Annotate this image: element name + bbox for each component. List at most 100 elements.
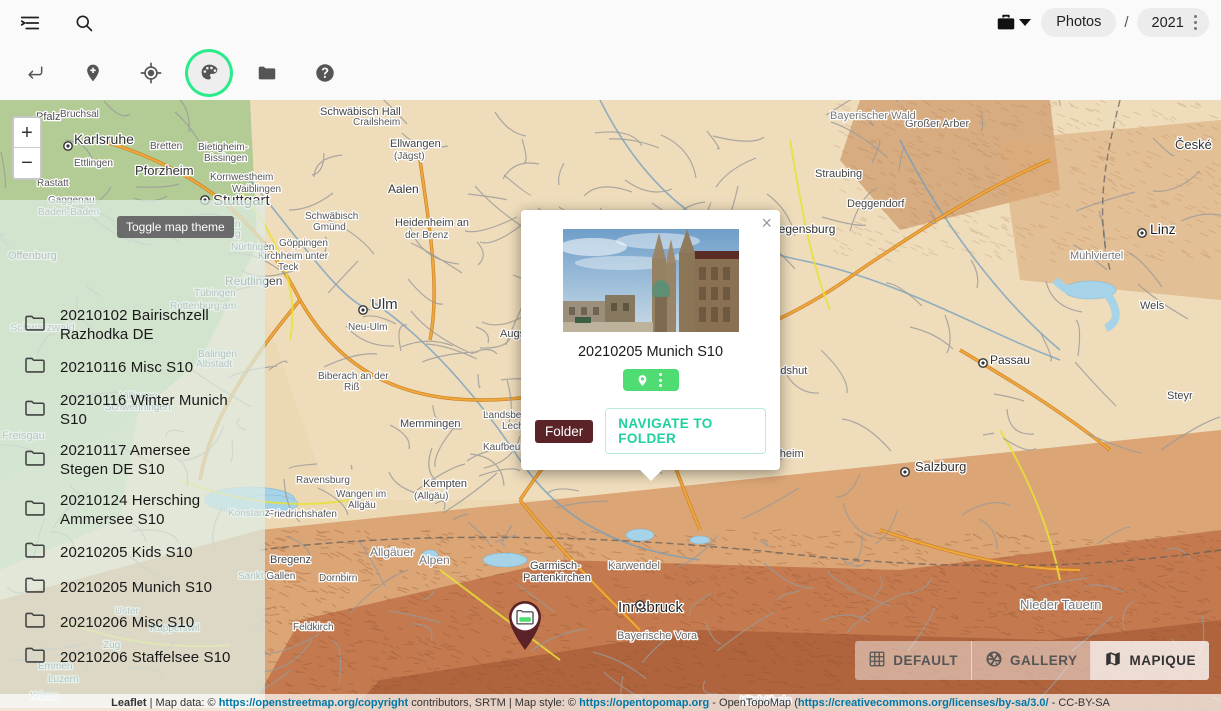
palette-icon[interactable] — [188, 51, 230, 94]
folder-list-item-label: 20210205 Munich S10 — [60, 579, 213, 596]
svg-text:Bretten: Bretten — [150, 141, 182, 152]
breadcrumb-year[interactable]: 2021 — [1136, 8, 1209, 37]
folder-icon[interactable] — [246, 52, 288, 94]
svg-text:Wels: Wels — [1140, 300, 1165, 312]
folder-list-item[interactable]: 20210117 Amersee Stegen DE S10 — [0, 435, 265, 485]
svg-text:Göppingen: Göppingen — [279, 238, 328, 249]
folder-list-item[interactable]: 20210124 Hersching Ammersee S10 — [0, 485, 265, 535]
attrib-sep1: | Map data: © — [146, 696, 219, 709]
folder-list-item[interactable]: 20210205 Kids S10 — [0, 535, 265, 570]
chevron-down-icon[interactable] — [1019, 19, 1032, 26]
popup-actions: Folder NAVIGATE TO FOLDER — [535, 408, 766, 454]
folder-list-item[interactable]: 20210206 Misc S10 — [0, 605, 265, 640]
svg-text:Bruchsal: Bruchsal — [60, 109, 99, 120]
map-pin-icon — [638, 374, 646, 386]
top-bar: Photos / 2021 — [0, 0, 1221, 45]
map-attribution: Leaflet | Map data: © https://openstreet… — [0, 694, 1221, 711]
svg-text:Innsbruck: Innsbruck — [618, 599, 684, 616]
svg-text:Karlsruhe: Karlsruhe — [74, 131, 134, 147]
menu-icon[interactable] — [14, 7, 46, 39]
breadcrumb-photos[interactable]: Photos — [1041, 8, 1117, 37]
svg-text:Steyr: Steyr — [1167, 390, 1193, 402]
svg-text:Wangen im: Wangen im — [336, 489, 386, 500]
folder-list-item-label: 20210116 Winter Munich S10 — [60, 392, 228, 428]
badge-kebab-icon[interactable] — [655, 371, 666, 389]
folder-icon — [24, 576, 46, 599]
svg-text:Feldkirch: Feldkirch — [293, 622, 334, 633]
return-arrow-icon[interactable] — [14, 52, 56, 94]
svg-text:Memmingen: Memmingen — [400, 418, 461, 430]
folder-list-item-label: 20210205 Kids S10 — [60, 544, 193, 561]
kebab-menu-icon[interactable] — [1190, 13, 1201, 32]
svg-text:Garmisch-: Garmisch- — [530, 560, 581, 572]
folder-icon — [24, 356, 46, 379]
folder-list-item[interactable]: 20210116 Misc S10 — [0, 350, 265, 385]
attrib-leaflet[interactable]: Leaflet — [111, 697, 146, 709]
search-icon[interactable] — [68, 7, 100, 39]
folder-list-item[interactable]: 20210116 Winter Munich S10 — [0, 385, 265, 435]
zoom-out-button[interactable]: − — [14, 148, 40, 178]
svg-text:Kempten: Kempten — [423, 478, 467, 490]
folder-icon — [24, 541, 46, 564]
svg-text:Bayerische Vora: Bayerische Vora — [617, 630, 698, 642]
svg-text:der Brenz: der Brenz — [405, 230, 448, 241]
svg-text:Gmünd: Gmünd — [313, 222, 346, 233]
svg-text:České: České — [1175, 137, 1212, 152]
svg-text:Ettlingen: Ettlingen — [74, 158, 113, 169]
map-pin-plus-icon[interactable] — [72, 52, 114, 94]
folder-list-item-label: 20210102 Bairischzell Razhodka DE — [60, 307, 209, 343]
svg-text:Pforzheim: Pforzheim — [135, 163, 194, 178]
layer-button-mapique[interactable]: MAPIQUE — [1091, 641, 1209, 680]
map-container[interactable]: Pfalz Bruchsal Karlsruhe Bretten Ettlingen Bi… — [0, 100, 1221, 711]
folder-list-panel[interactable]: 20210102 Bairischzell Razhodka DE 2021011… — [0, 200, 265, 708]
svg-text:Heidenheim an: Heidenheim an — [395, 217, 469, 229]
briefcase-icon[interactable] — [995, 12, 1032, 34]
svg-text:(Jägst): (Jägst) — [394, 151, 425, 162]
layer-button-label: MAPIQUE — [1129, 653, 1196, 668]
attrib-cc-tail: - CC-BY-SA — [1048, 696, 1110, 709]
svg-text:Dornbirn: Dornbirn — [319, 573, 357, 584]
folder-icon — [24, 499, 46, 522]
layer-button-gallery[interactable]: GALLERY — [971, 641, 1092, 680]
svg-text:Salzburg: Salzburg — [915, 459, 966, 474]
attrib-otm-name: - OpenTopoMap ( — [709, 696, 798, 709]
breadcrumb-year-label: 2021 — [1151, 14, 1184, 31]
folder-list-item-label: 20210116 Misc S10 — [60, 359, 194, 376]
popup-thumbnail[interactable] — [562, 229, 739, 332]
marker-alps[interactable] — [505, 599, 545, 651]
location-badge[interactable] — [622, 369, 679, 391]
zoom-in-button[interactable]: + — [14, 118, 40, 148]
svg-text:Bregenz: Bregenz — [270, 554, 311, 566]
layer-button-label: DEFAULT — [893, 653, 958, 668]
layer-button-default[interactable]: DEFAULT — [855, 641, 972, 680]
folder-popup[interactable]: × 20210205 Munich S10 Folder NAVIGATE TO… — [521, 210, 780, 481]
folder-type-chip[interactable]: Folder — [535, 419, 594, 443]
svg-text:Linz: Linz — [1150, 221, 1176, 237]
svg-text:Kirchheim unter: Kirchheim unter — [258, 251, 329, 262]
close-icon[interactable]: × — [761, 214, 772, 232]
folder-icon — [24, 449, 46, 472]
svg-text:Allgäuer: Allgäuer — [370, 545, 414, 559]
map-theme-tooltip: Toggle map theme — [117, 216, 234, 238]
svg-text:Ravensburg: Ravensburg — [296, 475, 350, 486]
folder-list-item[interactable]: 20210102 Bairischzell Razhodka DE — [0, 300, 265, 350]
map-pin-marker-icon — [509, 601, 541, 650]
attrib-otm-link[interactable]: https://opentopomap.org — [579, 697, 709, 709]
map-layer-selector: DEFAULT GALLERY MAPIQUE — [855, 641, 1209, 680]
folder-list-item[interactable]: 20210206 Staffelsee S10 — [0, 640, 265, 675]
attrib-cc-link[interactable]: https://creativecommons.org/licenses/by-… — [798, 697, 1049, 709]
navigate-to-folder-button[interactable]: NAVIGATE TO FOLDER — [605, 408, 766, 454]
question-circle-icon[interactable] — [304, 52, 346, 94]
svg-text:Partenkirchen: Partenkirchen — [523, 572, 591, 584]
svg-text:Riß: Riß — [344, 382, 360, 393]
crosshair-target-icon[interactable] — [130, 52, 172, 94]
folder-list-item[interactable]: 20210205 Munich S10 — [0, 570, 265, 605]
folder-list-item-label: 20210206 Misc S10 — [60, 614, 195, 631]
svg-text:Deggendorf: Deggendorf — [847, 198, 905, 210]
attrib-osm-link[interactable]: https://openstreetmap.org/copyright — [219, 697, 408, 709]
svg-text:Allgäu: Allgäu — [348, 500, 376, 511]
svg-text:Bietigheim-: Bietigheim- — [198, 142, 248, 153]
svg-text:Teck: Teck — [278, 262, 300, 273]
zoom-controls: + − — [12, 116, 42, 180]
svg-text:Ellwangen: Ellwangen — [390, 138, 441, 150]
